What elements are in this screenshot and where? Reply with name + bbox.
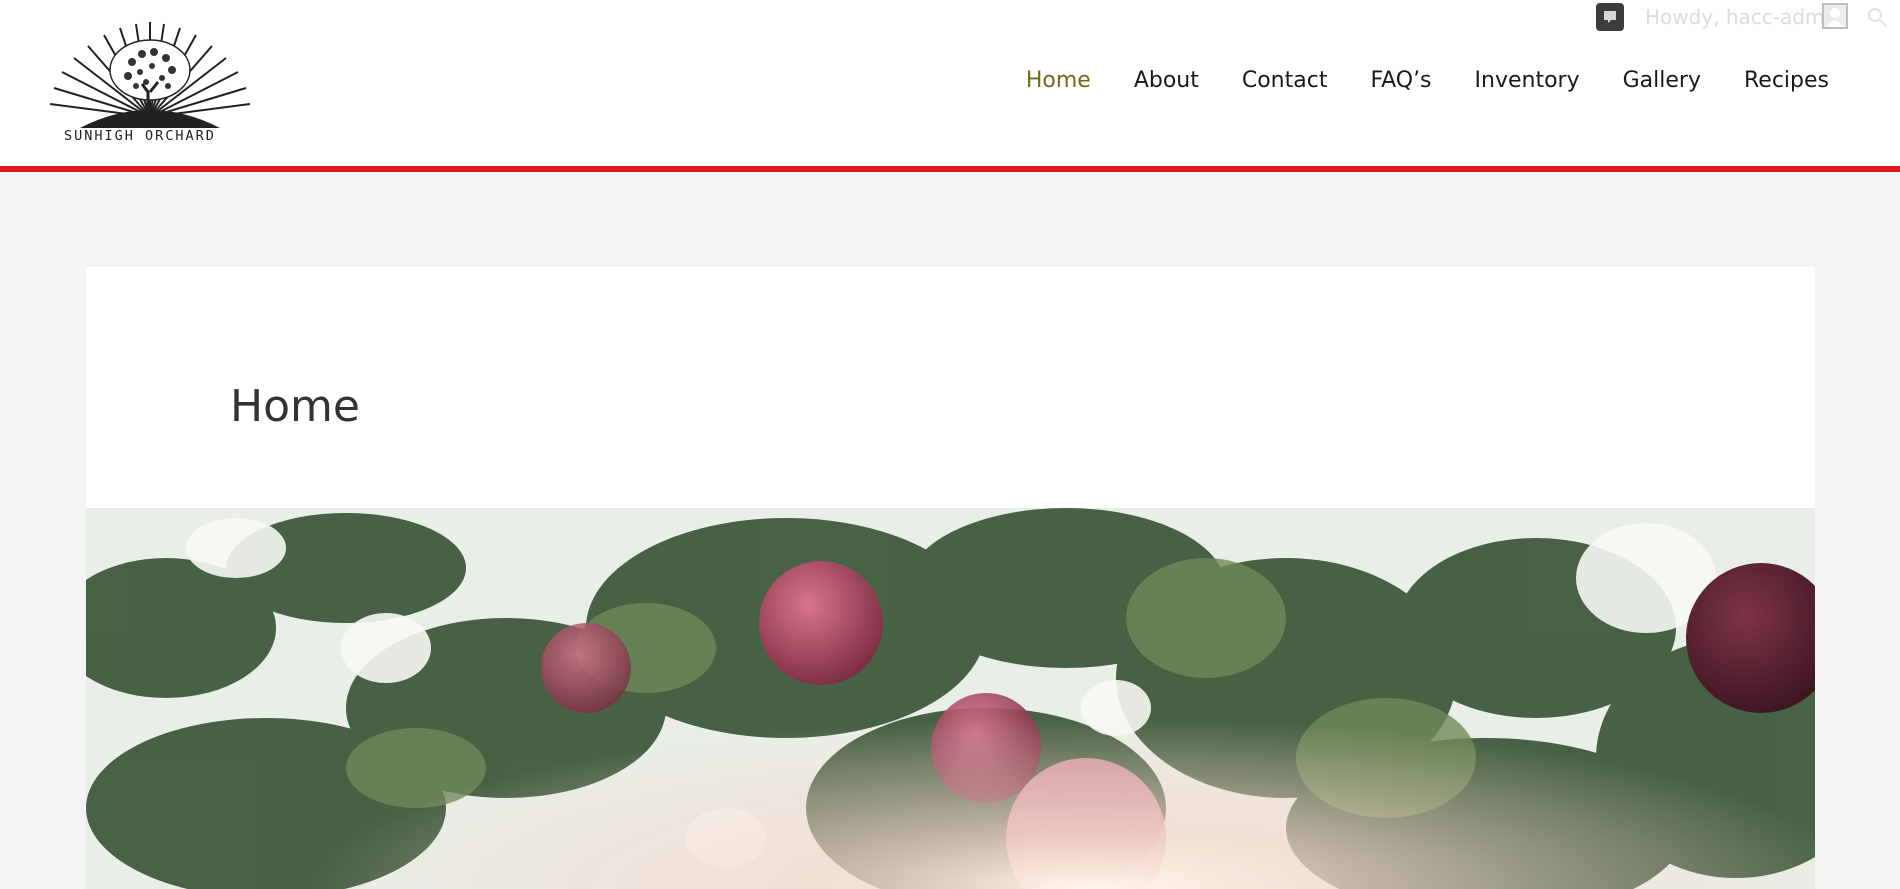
comments-icon[interactable] <box>1596 3 1624 31</box>
user-silhouette-icon <box>1826 8 1844 27</box>
main-nav: Home About Contact FAQ’s Inventory Galle… <box>1026 68 1829 93</box>
page-content: Home <box>86 267 1815 508</box>
magnifier-icon <box>1868 8 1887 27</box>
admin-greeting[interactable]: Howdy, hacc-admin <box>1645 5 1843 29</box>
nav-item-inventory[interactable]: Inventory <box>1475 68 1580 93</box>
hero-image-apples <box>86 508 1815 889</box>
logo-text: SUNHIGH ORCHARD <box>64 128 216 144</box>
nav-item-about[interactable]: About <box>1134 68 1199 93</box>
avatar[interactable] <box>1822 3 1848 29</box>
sunburst-tree-logo-icon <box>49 22 251 128</box>
nav-item-gallery[interactable]: Gallery <box>1623 68 1701 93</box>
speech-bubble-icon <box>1604 11 1616 23</box>
nav-item-faqs[interactable]: FAQ’s <box>1370 68 1431 93</box>
nav-item-home[interactable]: Home <box>1026 68 1091 93</box>
apple-tree-photo <box>86 508 1815 889</box>
nav-item-recipes[interactable]: Recipes <box>1744 68 1829 93</box>
nav-item-contact[interactable]: Contact <box>1242 68 1328 93</box>
page-title: Home <box>230 381 360 432</box>
search-icon[interactable] <box>1866 6 1888 28</box>
site-logo[interactable]: SUNHIGH ORCHARD <box>49 22 251 147</box>
